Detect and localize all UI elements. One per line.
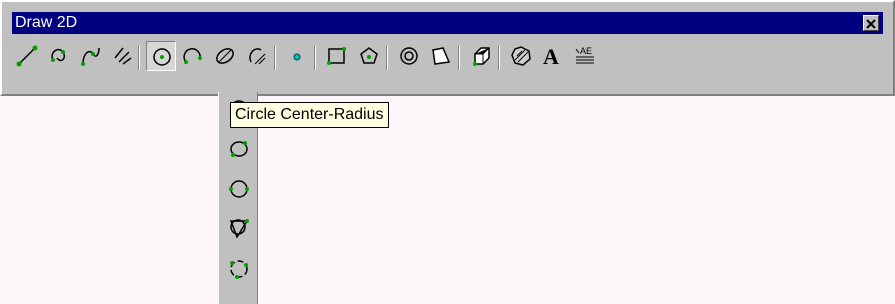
circle-center-diameter-icon <box>230 141 248 157</box>
elliptical-arc-button[interactable] <box>242 41 272 71</box>
circle-icon <box>153 48 171 66</box>
separator <box>458 46 460 70</box>
elliptical-arc-icon <box>249 48 266 65</box>
point-button[interactable] <box>282 41 312 71</box>
title-bar[interactable]: Draw 2D <box>12 12 883 34</box>
arc-icon <box>183 48 202 64</box>
polyline-button[interactable] <box>44 41 74 71</box>
sketch-button[interactable] <box>108 41 138 71</box>
circle-tan-tan-radius-button[interactable] <box>224 254 254 284</box>
window-title: Draw 2D <box>15 14 78 31</box>
circle-3-point-button[interactable] <box>224 214 254 244</box>
sketch-icon <box>114 47 132 65</box>
circle-2-point-icon <box>229 180 249 198</box>
donut-button[interactable] <box>394 41 424 71</box>
ring-icon <box>400 47 418 65</box>
draw-toolbar: A AE <box>12 38 887 78</box>
tooltip: Circle Center-Radius <box>230 102 389 128</box>
circle-tan-tan-radius-icon <box>230 260 248 279</box>
separator <box>314 46 316 70</box>
separator <box>498 46 500 70</box>
3d-face-button[interactable] <box>466 41 496 71</box>
multiline-text-icon: AE <box>575 46 594 64</box>
text-icon: A <box>543 44 559 68</box>
3d-face-icon <box>473 47 490 66</box>
solid-icon <box>432 47 451 65</box>
circle-3-point-icon <box>229 219 249 239</box>
rectangle-button[interactable] <box>322 41 352 71</box>
line-button[interactable] <box>12 41 42 71</box>
polygon-icon <box>360 47 378 64</box>
close-button[interactable] <box>863 15 879 31</box>
polygon-button[interactable] <box>354 41 384 71</box>
separator <box>274 46 276 70</box>
circle-flyout-button[interactable] <box>146 41 176 71</box>
point-icon <box>293 53 301 61</box>
ellipse-button[interactable] <box>210 41 240 71</box>
multiline-text-button[interactable]: AE <box>570 41 600 71</box>
draw-2d-toolbar-window: Draw 2D A AE <box>0 0 895 96</box>
solid-button[interactable] <box>426 41 456 71</box>
svg-text:AE: AE <box>580 46 592 56</box>
circle-center-diameter-button[interactable] <box>224 134 254 164</box>
spline-icon <box>81 47 100 66</box>
separator <box>386 46 388 70</box>
svg-text:A: A <box>543 44 559 68</box>
rectangle-icon <box>327 47 346 65</box>
arc-button[interactable] <box>178 41 208 71</box>
circle-2-point-button[interactable] <box>224 174 254 204</box>
text-button[interactable]: A <box>538 41 568 71</box>
hatch-button[interactable] <box>506 41 536 71</box>
close-icon <box>866 19 876 29</box>
spline-button[interactable] <box>76 41 106 71</box>
line-icon <box>16 45 38 67</box>
separator <box>138 46 140 70</box>
ellipse-icon <box>216 48 234 64</box>
hatch-icon <box>511 46 531 66</box>
polyline-icon <box>51 48 66 62</box>
